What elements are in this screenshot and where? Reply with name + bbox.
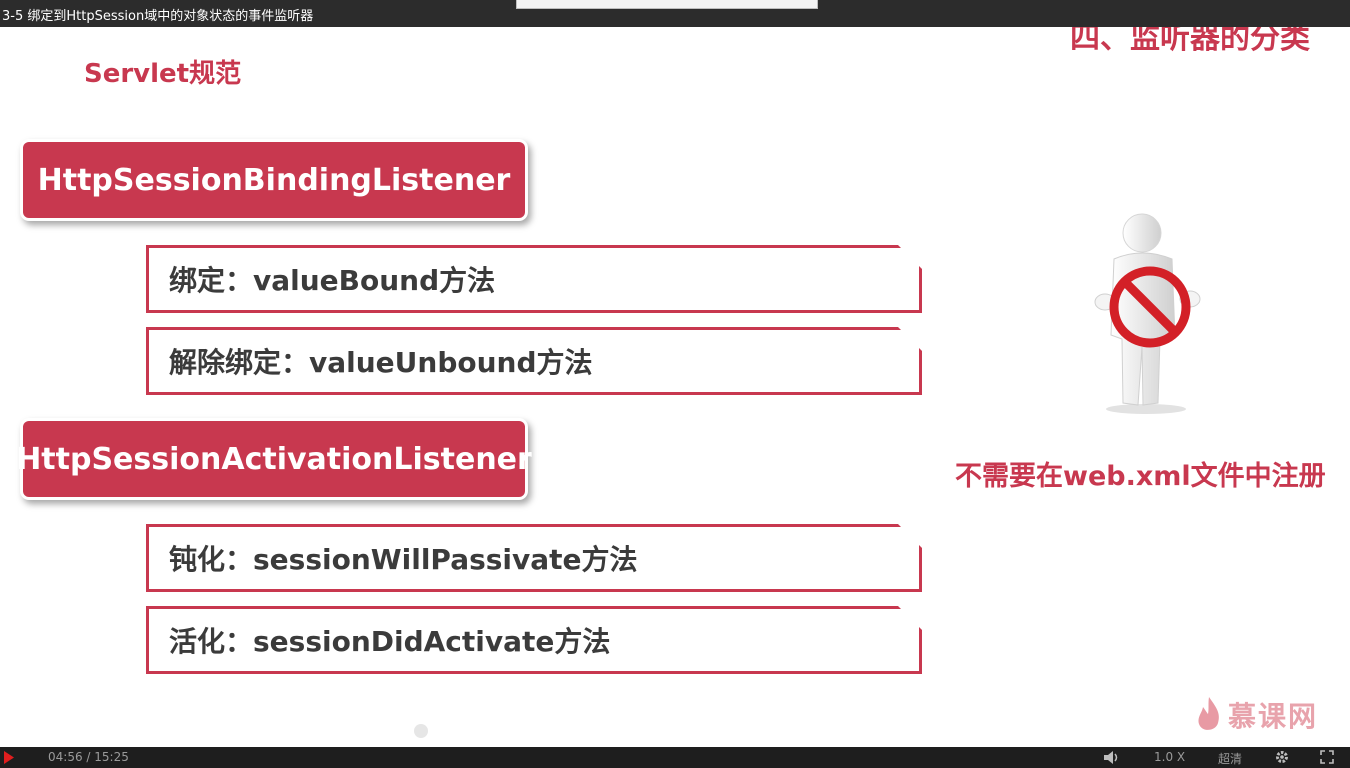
play-icon[interactable]: [4, 751, 14, 764]
binding-listener-box: HttpSessionBindingListener: [23, 142, 525, 218]
binding-listener-name: HttpSessionBindingListener: [37, 162, 511, 198]
window-title: 3-5 绑定到HttpSession域中的对象状态的事件监听器: [2, 9, 314, 24]
method-box-didactivate: 活化：sessionDidActivate方法: [146, 606, 922, 674]
popup-window-edge: [516, 0, 818, 9]
method-label: 解除绑定：valueUnbound方法: [169, 346, 593, 379]
no-sign-person-illustration: [1094, 213, 1201, 414]
registration-note: 不需要在web.xml文件中注册: [955, 461, 1326, 492]
servlet-label: Servlet规范: [84, 59, 242, 89]
activation-listener-box: HttpSessionActivationListener: [16, 421, 532, 497]
title-bar: 3-5 绑定到HttpSession域中的对象状态的事件监听器: [0, 0, 1350, 27]
method-label: 绑定：valueBound方法: [169, 264, 496, 297]
section-title: 四、监听器的分类: [1070, 27, 1310, 56]
method-box-willpassivate: 钝化：sessionWillPassivate方法: [146, 524, 922, 592]
time-display: 04:56 / 15:25: [48, 750, 129, 764]
method-box-valueunbound: 解除绑定：valueUnbound方法: [146, 327, 922, 395]
method-label: 活化：sessionDidActivate方法: [169, 625, 611, 658]
quality-selector[interactable]: 超清: [1218, 750, 1242, 767]
method-box-valuebound: 绑定：valueBound方法: [146, 245, 922, 313]
slide: 四、监听器的分类 Servlet规范 HttpSessionBindingLis…: [0, 27, 1350, 747]
fullscreen-icon[interactable]: [1320, 750, 1334, 764]
activation-listener-name: HttpSessionActivationListener: [16, 441, 532, 477]
brand-text: 慕课网: [1228, 700, 1319, 733]
flame-icon: [1198, 697, 1219, 730]
method-label: 钝化：sessionWillPassivate方法: [169, 543, 638, 576]
slide-indicator-dot: [414, 724, 428, 738]
imooc-logo: 慕课网: [1196, 695, 1318, 735]
playback-speed[interactable]: 1.0 X: [1154, 750, 1185, 764]
volume-icon[interactable]: [1104, 751, 1120, 764]
gear-icon[interactable]: [1275, 750, 1289, 764]
video-player-controls: 04:56 / 15:25 1.0 X 超清: [0, 747, 1350, 768]
